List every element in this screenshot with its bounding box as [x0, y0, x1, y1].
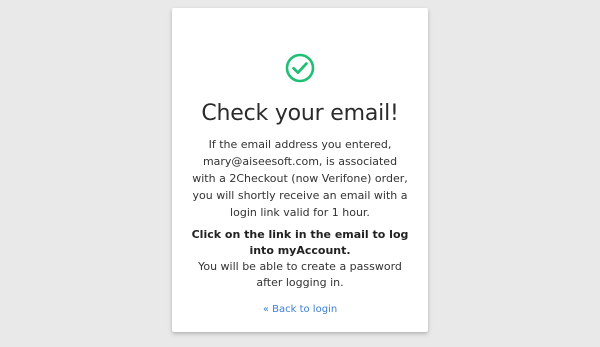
- instruction-bold: Click on the link in the email to log in…: [191, 228, 409, 257]
- confirmation-card: Check your email! If the email address y…: [172, 8, 428, 332]
- confirmation-message: If the email address you entered, mary@a…: [192, 138, 408, 219]
- back-to-login-link[interactable]: « Back to login: [172, 303, 428, 317]
- login-instructions: Click on the link in the email to log in…: [190, 227, 410, 291]
- instruction-text: You will be able to create a password af…: [198, 260, 402, 289]
- success-indicator: [172, 53, 428, 83]
- check-circle-icon: [285, 53, 315, 83]
- page-title: Check your email!: [201, 101, 399, 126]
